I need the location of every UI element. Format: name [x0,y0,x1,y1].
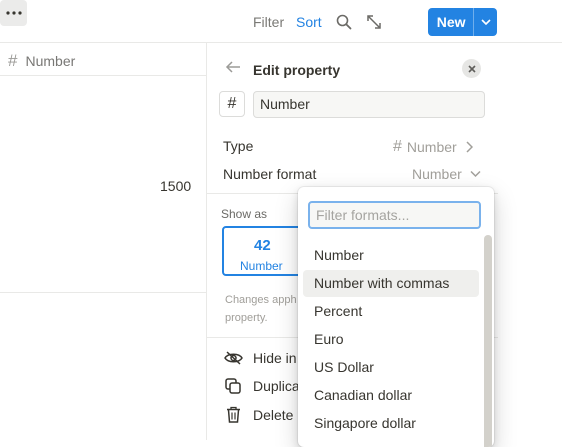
column-header-label: Number [25,53,76,69]
property-name-input[interactable]: Number [253,91,485,118]
duplicate-label: Duplica [253,378,300,394]
number-format-value: Number [412,166,462,182]
type-selector[interactable]: # Number [393,138,473,156]
hash-icon: # [393,138,402,155]
format-option-number-with-commas[interactable]: Number with commas [303,270,479,297]
eye-slash-icon [224,351,243,365]
back-arrow-icon[interactable] [225,59,241,80]
hash-icon: # [8,51,18,70]
new-button-label: New [436,14,466,30]
property-icon-button[interactable]: # [219,91,245,117]
duplicate-property-action[interactable]: Duplica [224,378,300,394]
format-option-number[interactable]: Number [303,242,479,269]
more-icon [5,11,22,15]
hide-label: Hide in [253,350,297,366]
trash-icon [227,406,240,423]
number-format-label: Number format [223,166,317,182]
type-value: Number [406,139,457,155]
panel-title: Edit property [253,62,341,78]
card-number: 42 [254,237,271,254]
delete-property-action[interactable]: Delete [224,406,293,423]
format-option-euro[interactable]: Euro [303,326,479,353]
number-format-dropdown: Filter formats... Number Number with com… [298,187,494,447]
filter-formats-input[interactable]: Filter formats... [308,201,481,229]
help-text: Changes apph property. [225,291,305,327]
expand-icon[interactable] [362,10,386,34]
help-text-line-1: Changes apph [225,294,297,306]
row-divider [0,292,207,293]
format-option-percent[interactable]: Percent [303,298,479,325]
more-options-button[interactable] [0,0,27,26]
format-option-us-dollar[interactable]: US Dollar [303,354,479,381]
filter-button[interactable]: Filter [253,13,284,31]
column-header-number[interactable]: # Number [8,51,75,71]
format-option-canadian-dollar[interactable]: Canadian dollar [303,382,479,409]
dropdown-scrollbar[interactable] [484,235,492,447]
hide-property-action[interactable]: Hide in [224,350,297,366]
help-text-line-2: property. [225,312,268,324]
card-label: Number [240,259,283,273]
duplicate-icon [225,378,241,394]
chevron-down-icon[interactable] [474,19,497,25]
toolbar-divider [0,42,562,43]
show-as-number-card[interactable]: 42 Number [222,226,310,276]
delete-label: Delete [253,406,294,423]
sort-button[interactable]: Sort [296,13,322,31]
chevron-right-icon [466,141,473,153]
panel-border [206,43,207,440]
number-format-selector[interactable]: Number [412,166,481,182]
type-label: Type [223,138,254,154]
search-icon[interactable] [332,10,356,34]
new-button[interactable]: New [428,8,497,36]
header-row-divider [0,75,207,76]
show-as-label: Show as [221,207,268,221]
chevron-down-icon [470,170,481,178]
format-option-singapore-dollar[interactable]: Singapore dollar [303,410,479,437]
close-icon[interactable] [462,59,481,78]
table-cell-value[interactable]: 1500 [160,178,191,194]
